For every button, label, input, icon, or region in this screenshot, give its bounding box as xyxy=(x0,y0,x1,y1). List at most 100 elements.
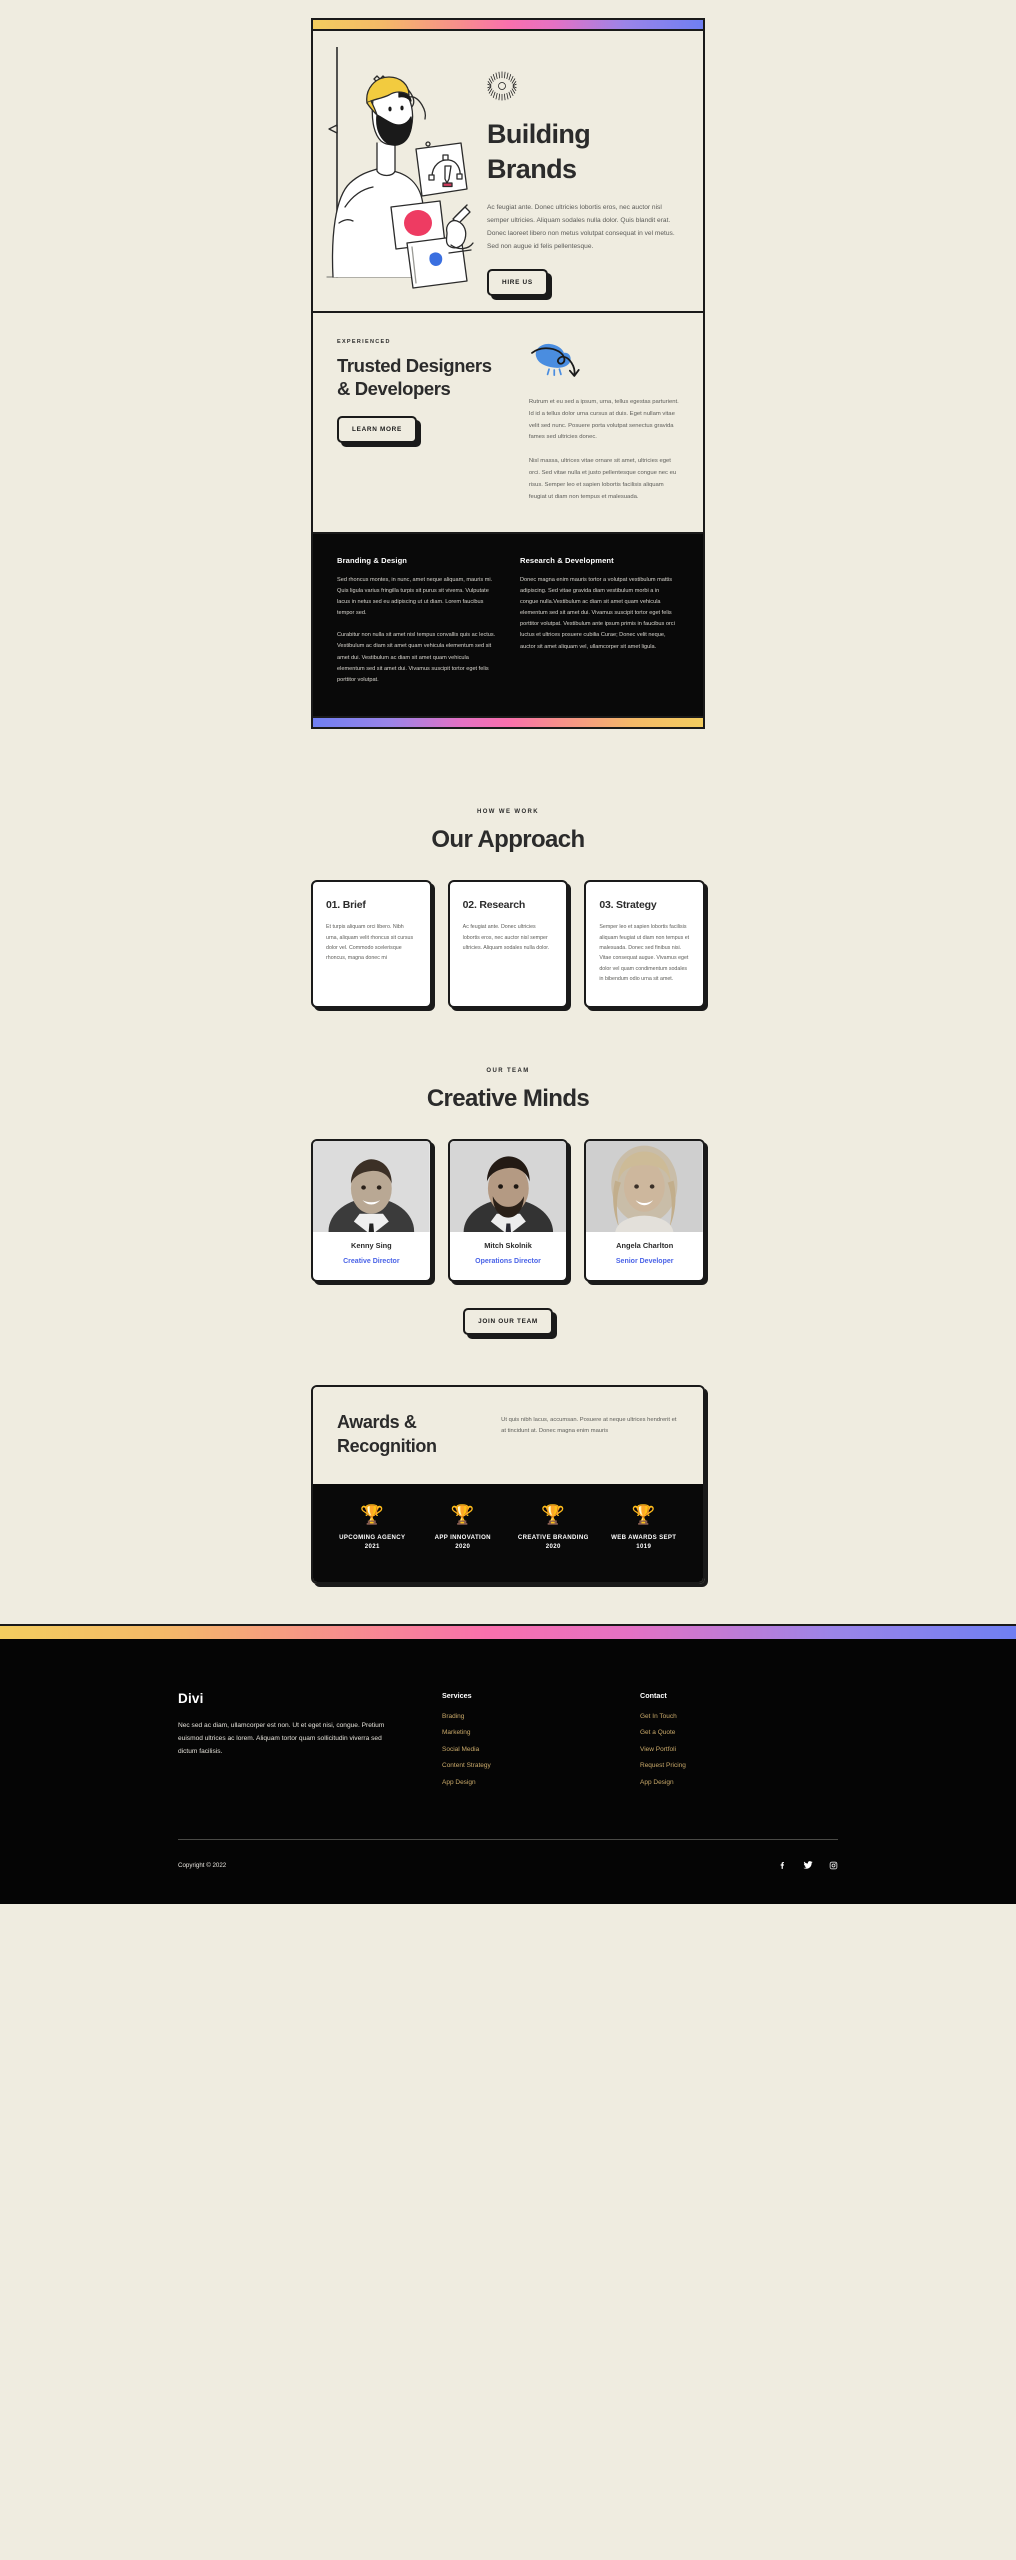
footer-contact-column: Contact Get In Touch Get a Quote View Po… xyxy=(640,1691,838,1796)
awards-title-line-2: Recognition xyxy=(337,1435,437,1456)
award-name: WEB AWARDS SEPT xyxy=(611,1533,677,1541)
awards-section: Awards & Recognition Ut quis nibh lacus,… xyxy=(0,1385,1016,1584)
team-member-name: Angela Charlton xyxy=(616,1241,674,1251)
footer-inner: Divi Nec sed ac diam, ullamcorper est no… xyxy=(178,1691,838,1871)
award-label: APP INNOVATION 2020 xyxy=(418,1533,509,1552)
experienced-eyebrow: EXPERIENCED xyxy=(337,339,391,345)
instagram-icon[interactable] xyxy=(829,1861,838,1870)
award-year: 1019 xyxy=(636,1543,652,1551)
award-year: 2020 xyxy=(545,1543,561,1551)
team-member-role: Creative Director xyxy=(343,1258,400,1266)
award-name: APP INNOVATION xyxy=(434,1533,491,1541)
footer-bottom: Copyright © 2022 xyxy=(178,1860,838,1870)
approach-card[interactable]: 01. Brief Et turpis aliquam orci libero.… xyxy=(311,880,432,1009)
footer-link-content-strategy[interactable]: Content Strategy xyxy=(442,1762,640,1769)
team-title: Creative Minds xyxy=(426,1085,590,1113)
experienced-right: Rutrum et eu sed a ipsum, urna, tellus e… xyxy=(515,339,679,504)
avatar xyxy=(449,1141,567,1233)
bottom-gradient-bar xyxy=(313,716,703,728)
twitter-icon[interactable] xyxy=(803,1860,813,1870)
approach-card-body: Ac feugiat ante. Donec ultricies loborti… xyxy=(462,924,550,951)
award-item: 🏆 APP INNOVATION 2020 xyxy=(418,1506,509,1552)
hire-us-button[interactable]: HIRE US xyxy=(487,269,548,297)
team-member-body: Kenny Sing Creative Director xyxy=(313,1232,430,1280)
footer-link-app-design-contact[interactable]: App Design xyxy=(640,1779,838,1786)
hero-frame-wrapper: Building Brands Ac feugiat ante. Donec u… xyxy=(0,0,1016,730)
page-title: Building Brands xyxy=(487,117,681,186)
awards-description: Ut quis nibh lacus, accumsan. Posuere at… xyxy=(501,1417,677,1435)
branding-design-paragraph-2: Curabitur non nulla sit amet nisl tempus… xyxy=(337,632,496,683)
social-links xyxy=(778,1860,838,1870)
copyright-text: Copyright © 2022 xyxy=(178,1861,227,1869)
team-grid: Kenny Sing Creative Director Mitch Skoln… xyxy=(311,1139,706,1283)
award-label: WEB AWARDS SEPT 1019 xyxy=(599,1533,690,1552)
award-item: 🏆 CREATIVE BRANDING 2020 xyxy=(508,1506,599,1552)
team-member-role: Operations Director xyxy=(475,1258,541,1266)
team-member-name: Kenny Sing xyxy=(351,1241,392,1251)
awards-panel: Awards & Recognition Ut quis nibh lacus,… xyxy=(311,1385,705,1584)
site-footer: Divi Nec sed ac diam, ullamcorper est no… xyxy=(0,1638,1016,1905)
experienced-title: Trusted Designers & Developers xyxy=(337,354,515,400)
approach-card[interactable]: 02. Research Ac feugiat ante. Donec ultr… xyxy=(447,880,569,1009)
footer-link-get-a-quote[interactable]: Get a Quote xyxy=(640,1729,838,1736)
experienced-title-line-2: & Developers xyxy=(337,378,451,400)
team-eyebrow: OUR TEAM xyxy=(486,1068,530,1075)
research-development-heading: Research & Development xyxy=(520,555,614,565)
footer-services-heading: Services xyxy=(442,1690,472,1700)
team-member-card[interactable]: Mitch Skolnik Operations Director xyxy=(447,1139,569,1283)
awards-title-line-1: Awards & xyxy=(337,1412,417,1433)
awards-header: Awards & Recognition Ut quis nibh lacus,… xyxy=(313,1387,703,1484)
learn-more-button[interactable]: LEARN MORE xyxy=(337,416,417,444)
footer-link-view-portfolio[interactable]: View Portfoli xyxy=(640,1746,838,1753)
award-item: 🏆 WEB AWARDS SEPT 1019 xyxy=(599,1506,690,1552)
approach-title: Our Approach xyxy=(431,826,585,854)
experienced-paragraph-1: Rutrum et eu sed a ipsum, urna, tellus e… xyxy=(528,399,679,441)
experienced-title-line-1: Trusted Designers xyxy=(337,355,492,376)
award-year: 2020 xyxy=(455,1543,471,1551)
award-item: 🏆 UPCOMING AGENCY 2021 xyxy=(327,1506,418,1552)
footer-services-column: Services Brading Marketing Social Media … xyxy=(442,1691,640,1796)
team-member-body: Mitch Skolnik Operations Director xyxy=(450,1232,567,1280)
approach-eyebrow: HOW WE WORK xyxy=(476,809,540,816)
team-member-card[interactable]: Kenny Sing Creative Director xyxy=(311,1139,432,1283)
hero-frame: Building Brands Ac feugiat ante. Donec u… xyxy=(311,18,705,730)
approach-card-heading: 01. Brief xyxy=(326,899,366,912)
approach-section: HOW WE WORK Our Approach 01. Brief Et tu… xyxy=(0,809,1016,1009)
branding-design-paragraph-1: Sed rhoncus montes, in nunc, amet neque … xyxy=(337,576,493,617)
footer-logo: Divi xyxy=(178,1690,204,1706)
team-member-role: Senior Developer xyxy=(615,1258,674,1266)
footer-link-social-media[interactable]: Social Media xyxy=(442,1746,640,1753)
facebook-icon[interactable] xyxy=(778,1861,787,1870)
branding-design-heading: Branding & Design xyxy=(337,555,408,565)
hero-paragraph: Ac feugiat ante. Donec ultricies loborti… xyxy=(487,204,675,250)
footer-divider xyxy=(178,1839,838,1841)
avatar xyxy=(586,1141,704,1233)
trophy-icon: 🏆 xyxy=(631,1504,656,1526)
footer-link-request-pricing[interactable]: Request Pricing xyxy=(640,1762,838,1769)
footer-columns: Divi Nec sed ac diam, ullamcorper est no… xyxy=(178,1691,838,1796)
trophy-icon: 🏆 xyxy=(450,1504,475,1526)
approach-card-heading: 02. Research xyxy=(462,899,526,912)
footer-link-brading[interactable]: Brading xyxy=(442,1713,640,1720)
award-name: CREATIVE BRANDING xyxy=(517,1533,589,1541)
top-gradient-bar xyxy=(313,20,703,31)
research-development-paragraph-1: Donec magna enim mauris tortor a volutpa… xyxy=(520,576,675,650)
footer-link-get-in-touch[interactable]: Get In Touch xyxy=(640,1713,838,1720)
awards-list: 🏆 UPCOMING AGENCY 2021 🏆 APP INNOVATION … xyxy=(313,1483,703,1582)
team-member-card[interactable]: Angela Charlton Senior Developer xyxy=(584,1139,706,1283)
research-development-column: Research & Development Donec magna enim … xyxy=(520,556,679,687)
footer-link-marketing[interactable]: Marketing xyxy=(442,1729,640,1736)
footer-gradient-bar xyxy=(0,1625,1016,1639)
footer-link-app-design[interactable]: App Design xyxy=(442,1779,640,1786)
sunburst-icon xyxy=(487,71,517,101)
award-label: UPCOMING AGENCY 2021 xyxy=(327,1533,418,1552)
join-our-team-button[interactable]: JOIN OUR TEAM xyxy=(463,1308,553,1336)
approach-header: HOW WE WORK Our Approach xyxy=(0,809,1016,854)
cloud-arrow-icon xyxy=(529,341,581,381)
approach-cards: 01. Brief Et turpis aliquam orci libero.… xyxy=(311,880,706,1009)
team-cta-wrapper: JOIN OUR TEAM xyxy=(0,1308,1016,1336)
approach-card-body: Et turpis aliquam orci libero. Nibh urna… xyxy=(326,924,414,962)
avatar xyxy=(313,1141,430,1233)
approach-card[interactable]: 03. Strategy Semper leo et sapien lobort… xyxy=(584,880,706,1009)
hero-title-line-1: Building xyxy=(487,119,591,149)
